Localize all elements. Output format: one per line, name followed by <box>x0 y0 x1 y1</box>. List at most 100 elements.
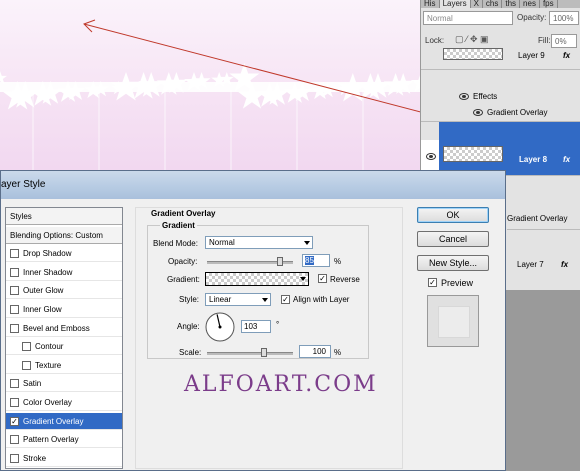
scale-percent: % <box>334 348 342 357</box>
style-item[interactable]: Texture <box>6 357 122 374</box>
layer-row-7[interactable]: Layer 7 fx <box>507 254 580 276</box>
style-item[interactable]: Outer Glow <box>6 282 122 300</box>
angle-input[interactable]: 103 <box>241 320 271 333</box>
style-checkbox[interactable] <box>10 267 19 277</box>
gradient-picker[interactable] <box>205 272 309 286</box>
style-item[interactable]: Bevel and Emboss <box>6 320 122 337</box>
scale-slider-knob[interactable] <box>261 348 268 357</box>
style-checkbox[interactable] <box>22 360 31 370</box>
ok-button[interactable]: OK <box>417 207 489 223</box>
blend-mode-dropdown[interactable]: Normal <box>205 236 313 249</box>
style-item-label: Blending Options: Custom <box>10 230 103 240</box>
style-item-label: Bevel and Emboss <box>23 323 90 333</box>
new-style-button[interactable]: New Style... <box>417 255 489 271</box>
scale-value: 100 <box>312 347 326 356</box>
align-with-layer-label: Align with Layer <box>293 295 350 304</box>
style-checkbox[interactable] <box>10 453 19 463</box>
fill-value: 0% <box>555 37 567 46</box>
opacity-input[interactable]: 85 <box>302 254 330 267</box>
tab-fps[interactable]: fps <box>540 0 558 8</box>
gradient-dropdown-icon[interactable] <box>300 277 306 281</box>
style-checkbox[interactable] <box>10 379 19 389</box>
opacity-value: 85 <box>305 256 314 265</box>
align-with-layer-checkbox[interactable]: ✓ <box>281 295 290 304</box>
style-item-label: Inner Shadow <box>23 267 73 277</box>
style-item-label: Stroke <box>23 453 47 463</box>
style-value: Linear <box>209 295 232 304</box>
style-checkbox[interactable] <box>10 323 19 333</box>
style-item-label: Pattern Overlay <box>23 435 79 445</box>
style-item-label: Contour <box>35 342 64 352</box>
style-checkbox[interactable] <box>10 305 19 314</box>
fill-field[interactable]: 0% <box>551 34 577 48</box>
style-item[interactable]: Drop Shadow <box>6 245 122 263</box>
opacity-slider[interactable] <box>207 257 293 266</box>
opacity-slider-knob[interactable] <box>277 257 284 266</box>
opacity-percent: % <box>334 257 342 266</box>
style-checkbox[interactable] <box>10 286 19 296</box>
style-item[interactable]: Styles <box>6 208 122 225</box>
style-item[interactable]: Stroke <box>6 450 122 467</box>
tab-paths[interactable]: ths <box>502 0 521 8</box>
tab-close[interactable]: X <box>471 0 483 8</box>
gradient-overlay-effect-row[interactable]: Gradient Overlay <box>421 104 580 122</box>
style-item[interactable]: Color Overlay <box>6 394 122 411</box>
scale-input[interactable]: 100 <box>299 345 331 358</box>
style-dropdown[interactable]: Linear <box>205 293 271 306</box>
style-checkbox[interactable] <box>10 249 19 259</box>
tab-history[interactable]: His <box>421 0 440 8</box>
style-item-label: Satin <box>23 379 42 389</box>
tab-layers[interactable]: Layers <box>439 0 471 8</box>
lock-label: Lock: <box>425 36 445 45</box>
angle-dial[interactable] <box>204 311 236 343</box>
style-label: Style: <box>179 295 200 304</box>
layer8-thumbnail <box>443 146 503 162</box>
style-item-label: Outer Glow <box>23 286 64 296</box>
style-item[interactable]: Contour <box>6 338 122 356</box>
layer9-fx-icon: fx <box>563 51 571 60</box>
gradient-label: Gradient: <box>167 275 200 284</box>
cancel-button[interactable]: Cancel <box>417 231 489 247</box>
style-item-label: Styles <box>10 212 32 221</box>
style-item-label: Gradient Overlay <box>23 416 84 426</box>
style-checkbox[interactable] <box>10 435 19 445</box>
style-checkbox[interactable] <box>10 398 19 407</box>
layer-row-9[interactable]: Layer 9 fx <box>421 48 580 70</box>
layer-opacity-field[interactable]: 100% <box>549 11 579 25</box>
chevron-down-icon <box>262 298 268 302</box>
dialog-title: ayer Style <box>1 179 46 190</box>
preview-swatch <box>427 295 479 347</box>
dialog-titlebar[interactable]: ayer Style <box>1 171 505 199</box>
layer-opacity-value: 100% <box>553 14 574 23</box>
style-item[interactable]: ✓ Gradient Overlay <box>6 412 122 430</box>
style-item[interactable]: Inner Glow <box>6 301 122 318</box>
style-item[interactable]: Blending Options: Custom <box>6 226 122 244</box>
style-checkbox[interactable] <box>22 342 31 352</box>
style-item[interactable]: Satin <box>6 375 122 393</box>
lock-icons[interactable]: ▢ ⁄ ✥ ▣ <box>455 34 489 45</box>
blend-mode-label: Blend Mode: <box>153 239 198 248</box>
layer-row-8[interactable]: Layer 8 fx <box>439 122 580 176</box>
gradient-effect-eye-icon[interactable] <box>473 109 483 116</box>
preview-label: Preview <box>441 278 474 288</box>
panel-tabs: His Layers X chs ths nes fps <box>421 0 580 8</box>
workspace-background <box>506 290 580 471</box>
style-item[interactable]: Pattern Overlay <box>6 431 122 449</box>
reverse-checkbox[interactable]: ✓ <box>318 274 327 283</box>
tab-lines[interactable]: nes <box>520 0 540 8</box>
gradient-overlay-behind-row[interactable]: Gradient Overlay <box>507 210 580 230</box>
style-checkbox[interactable]: ✓ <box>10 416 19 426</box>
tab-channels[interactable]: chs <box>483 0 503 8</box>
layer9-thumbnail <box>443 48 503 60</box>
style-item-label: Drop Shadow <box>23 249 72 259</box>
layer8-eye-icon[interactable] <box>426 153 436 160</box>
degree-symbol: ° <box>276 320 280 329</box>
style-item-label: Color Overlay <box>23 398 72 407</box>
layer-blend-mode-select[interactable]: Normal <box>423 11 513 25</box>
preview-checkbox[interactable]: ✓ <box>428 278 437 287</box>
layer-style-dialog: ayer Style Styles Blending Options: Custo… <box>0 170 506 471</box>
watermark-text: ALFOART.COM <box>184 372 378 397</box>
scale-slider[interactable] <box>207 348 293 357</box>
effects-eye-icon[interactable] <box>459 93 469 100</box>
style-item[interactable]: Inner Shadow <box>6 264 122 281</box>
